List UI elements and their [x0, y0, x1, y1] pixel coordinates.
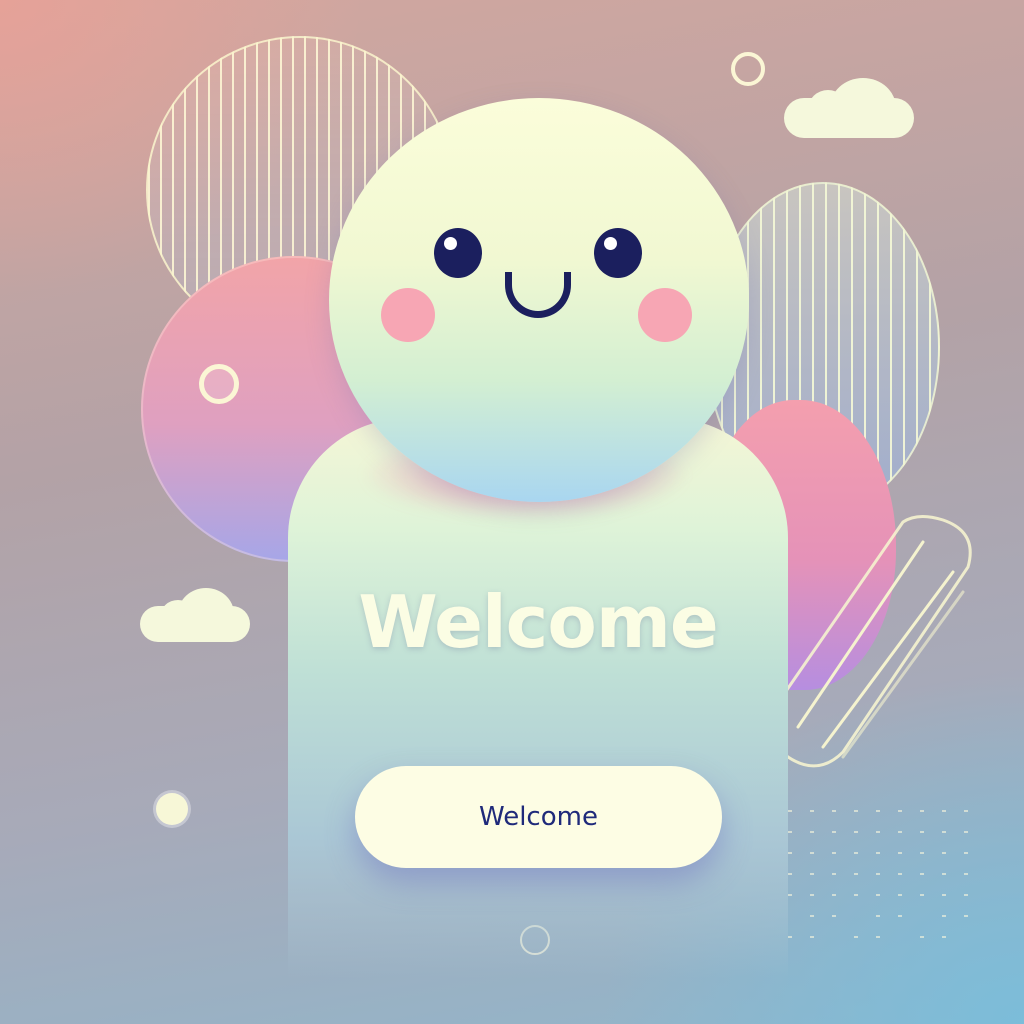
grid-dot	[788, 894, 792, 896]
cloud-icon	[784, 76, 914, 138]
grid-dot	[898, 915, 902, 917]
cheek-right	[638, 288, 692, 342]
grid-dot	[854, 936, 858, 938]
grid-dot	[810, 936, 814, 938]
welcome-button[interactable]: Welcome	[355, 766, 722, 868]
grid-dot	[876, 873, 880, 875]
dot-grid-decoration	[788, 810, 968, 938]
grid-dot	[964, 894, 968, 896]
eye-right	[594, 228, 642, 278]
grid-dot	[920, 810, 924, 812]
grid-dot	[810, 831, 814, 833]
grid-dot	[942, 852, 946, 854]
grid-dot	[964, 915, 968, 917]
grid-dot	[942, 810, 946, 812]
grid-dot	[876, 894, 880, 896]
grid-dot	[876, 936, 880, 938]
grid-dot	[876, 852, 880, 854]
grid-dot	[898, 831, 902, 833]
grid-dot	[832, 873, 836, 875]
grid-dot	[832, 810, 836, 812]
grid-dot	[964, 852, 968, 854]
capsule-outline-decoration	[769, 515, 972, 768]
grid-dot	[854, 831, 858, 833]
grid-dot	[854, 894, 858, 896]
grid-dot	[810, 810, 814, 812]
ring-icon	[731, 52, 765, 86]
grid-dot	[832, 852, 836, 854]
grid-dot	[920, 873, 924, 875]
grid-dot	[832, 894, 836, 896]
eye-left	[434, 228, 482, 278]
grid-dot	[964, 831, 968, 833]
grid-dot	[876, 915, 880, 917]
grid-dot	[942, 915, 946, 917]
grid-dot	[942, 936, 946, 938]
grid-dot	[810, 873, 814, 875]
grid-dot	[810, 894, 814, 896]
grid-dot	[788, 852, 792, 854]
grid-dot	[788, 810, 792, 812]
grid-dot	[876, 810, 880, 812]
grid-dot	[942, 894, 946, 896]
grid-dot	[810, 915, 814, 917]
grid-dot	[876, 831, 880, 833]
ring-icon	[199, 364, 239, 404]
grid-dot	[788, 873, 792, 875]
welcome-button-label: Welcome	[479, 802, 598, 832]
grid-dot	[964, 873, 968, 875]
grid-dot	[854, 810, 858, 812]
welcome-screen: Welcome Welcome	[0, 0, 1024, 1024]
grid-dot	[854, 873, 858, 875]
welcome-title: Welcome	[358, 580, 718, 664]
grid-dot	[898, 810, 902, 812]
cheek-left	[381, 288, 435, 342]
grid-dot	[898, 852, 902, 854]
grid-dot	[788, 831, 792, 833]
grid-dot	[920, 894, 924, 896]
grid-dot	[964, 810, 968, 812]
cloud-icon	[140, 588, 250, 642]
grid-dot	[832, 831, 836, 833]
grid-dot	[920, 831, 924, 833]
grid-dot	[920, 852, 924, 854]
grid-dot	[788, 936, 792, 938]
grid-dot	[898, 873, 902, 875]
grid-dot	[920, 936, 924, 938]
grid-dot	[832, 915, 836, 917]
grid-dot	[854, 852, 858, 854]
dot-icon	[156, 793, 188, 825]
grid-dot	[810, 852, 814, 854]
grid-dot	[942, 831, 946, 833]
grid-dot	[898, 894, 902, 896]
grid-dot	[942, 873, 946, 875]
